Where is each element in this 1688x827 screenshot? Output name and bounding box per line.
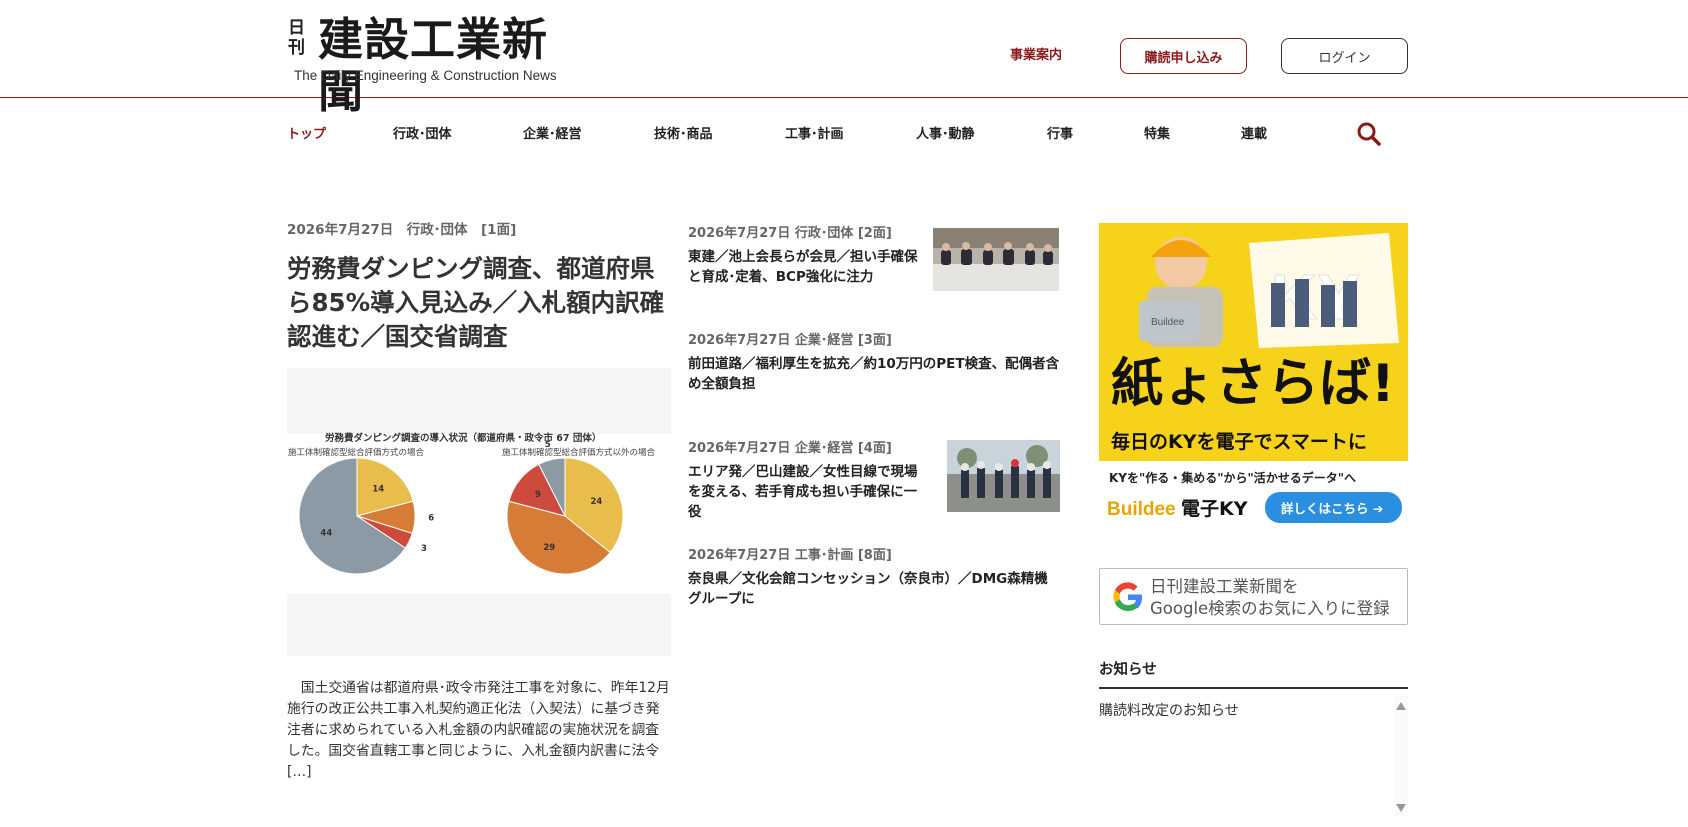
laptop-label: Buildee [1151,317,1185,328]
pie-value-label: 24 [590,497,602,507]
lead-meta: 2026年7月27日 行政･団体 [1面] [287,222,517,238]
ad-subheadline: 毎日のKYを電子でスマートに [1111,430,1367,453]
google-banner-line2: Google検索のお気に入りに登録 [1150,599,1390,618]
site-header: 日刊 建設工業新聞 The Daily Engineering & Constr… [0,0,1688,118]
main-nav: トップ 行政･団体 企業･経営 技術･商品 工事･計画 人事･動静 行事 特集 … [0,99,1688,163]
nav-top[interactable]: トップ [287,123,326,142]
figure-title: 労務費ダンピング調査の導入状況（都道府県・政令市 67 団体） [325,432,601,444]
pie-value-label: 6 [428,514,434,524]
logo-kanji: 日刊 [288,18,305,58]
nav-events[interactable]: 行事 [1047,123,1073,142]
scroll-up-arrow-icon[interactable] [1396,702,1406,710]
nav-personnel[interactable]: 人事･動静 [916,123,975,142]
nav-technology[interactable]: 技術･商品 [654,123,713,142]
pie-charts: 労務費ダンピング調査の導入状況（都道府県・政令市 67 団体） 施工体制確認型総… [287,432,671,594]
nav-construction[interactable]: 工事･計画 [785,123,844,142]
business-link[interactable]: 事業案内 [1010,44,1062,63]
nav-government[interactable]: 行政･団体 [393,123,452,142]
article-thumbnail-meeting[interactable] [933,228,1059,291]
ad-tagline: KYを"作る・集める"から"活かせるデータ"へ [1109,470,1356,485]
left-pie [298,457,416,575]
nav-companies[interactable]: 企業･経営 [523,123,582,142]
search-icon[interactable] [1356,121,1382,147]
notice-scrollbar[interactable] [1394,696,1408,816]
article-item[interactable]: 2026年7月27日 企業･経営 [3面] 前田道路／福利厚生を拡充／約10万円… [688,329,1060,394]
login-button[interactable]: ログイン [1281,38,1408,74]
article-thumbnail-site[interactable] [947,440,1060,512]
pie-value-label: 3 [421,544,427,554]
ad-headline: 紙ょさらば! [1111,354,1395,414]
google-banner-line1: 日刊建設工業新聞を [1150,577,1299,596]
pie-value-label: 44 [320,528,332,538]
lead-figure[interactable]: 労務費ダンピング調査の導入状況（都道府県・政令市 67 団体） 施工体制確認型総… [287,368,671,656]
google-g-icon [1113,582,1142,612]
right-pie [506,457,624,575]
article-title[interactable]: 東建／池上会長らが会見／担い手確保と育成･定着、BCP強化に注力 [688,247,924,287]
article-meta: 2026年7月27日 企業･経営 [3面] [688,333,892,348]
lead-excerpt: 国土交通省は都道府県･政令市発注工事を対象に、昨年12月施行の改正公共工事入札契… [287,680,670,780]
ad-product: 電子KY [1181,498,1248,520]
article-item[interactable]: 2026年7月27日 工事･計画 [8面] 奈良県／文化会館コンセッション（奈良… [688,544,1060,609]
notice-heading: お知らせ [1099,658,1408,689]
lead-article[interactable]: 2026年7月27日 行政･団体 [1面] 労務費ダンピング調査、都道府県ら85… [287,218,672,780]
pie-value-label: 5 [545,440,551,450]
article-meta: 2026年7月27日 工事･計画 [8面] [688,548,892,563]
logo-english: The Daily Engineering & Construction New… [294,68,557,83]
nav-features[interactable]: 特集 [1144,123,1170,142]
ad-brand: Buildee [1107,499,1176,520]
lead-title[interactable]: 労務費ダンピング調査、都道府県ら85%導入見込み／入札額内訳確認進む／国交省調査 [287,252,672,354]
pie-value-label: 14 [372,484,384,494]
subscribe-button[interactable]: 購読申し込み [1120,38,1247,74]
notice-item[interactable]: 購読料改定のお知らせ [1099,700,1239,720]
site-logo[interactable]: 日刊 建設工業新聞 The Daily Engineering & Constr… [288,14,578,118]
scroll-down-arrow-icon[interactable] [1396,804,1406,812]
right-pie-caption: 施工体制確認型総合評価方式以外の場合 [502,447,656,458]
pie-value-label: 9 [535,490,541,500]
buildee-ad-banner[interactable]: KY Buildee 紙ょさらば! 毎日のKYを電子でスマートに KYを"作る・… [1099,223,1408,530]
pie-value-label: 29 [543,543,555,553]
article-title[interactable]: エリア発／巴山建設／女性目線で現場を変える、若手育成も担い手確保に一役 [688,462,928,522]
ad-cta-label[interactable]: 詳しくはこちら ➔ [1281,501,1383,516]
google-favorite-banner[interactable]: 日刊建設工業新聞を Google検索のお気に入りに登録 [1099,568,1408,625]
article-title[interactable]: 奈良県／文化会館コンセッション（奈良市）／DMG森精機グループに [688,569,1060,609]
left-pie-caption: 施工体制確認型総合評価方式の場合 [288,447,425,458]
google-banner-text: 日刊建設工業新聞を Google検索のお気に入りに登録 [1150,576,1390,620]
nav-series[interactable]: 連載 [1241,123,1267,142]
notice-list: 購読料改定のお知らせ [1099,696,1408,816]
article-title[interactable]: 前田道路／福利厚生を拡充／約10万円のPET検査、配偶者含め全額負担 [688,354,1060,394]
ad-illustration: KY Buildee 紙ょさらば! 毎日のKYを電子でスマートに KYを"作る・… [1099,223,1408,530]
